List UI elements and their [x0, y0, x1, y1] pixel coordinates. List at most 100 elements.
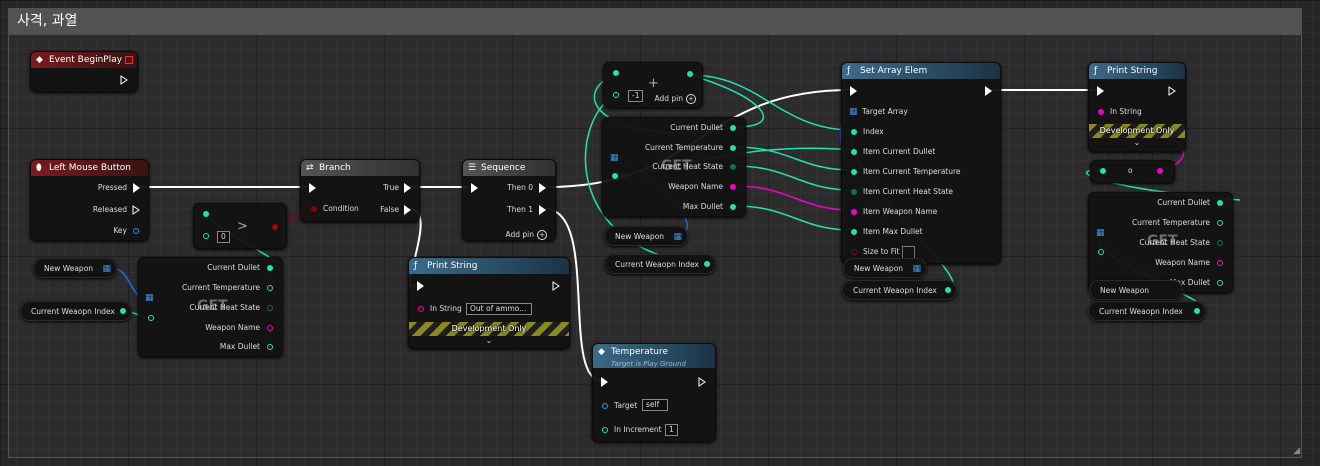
blueprint-graph-canvas[interactable]: 사격, 과열 ◆ Event BeginPlay ⬮ Left Mouse Bu… [0, 0, 1320, 466]
array-input-pin[interactable]: ▦ [145, 293, 154, 303]
set-array-elem-node[interactable]: ƒ Set Array Elem ▦ Target Array Index Ite… [841, 62, 1001, 264]
item-weapon-name-pin[interactable] [851, 209, 857, 215]
pressed-exec-pin[interactable] [133, 183, 140, 193]
item-current-heat-state-pin[interactable] [851, 189, 857, 195]
int-output-pin[interactable] [704, 261, 710, 267]
event-beginplay-node[interactable]: ◆ Event BeginPlay [30, 51, 138, 92]
add-pin-button[interactable]: Add pin + [505, 230, 547, 240]
add-pin-button[interactable]: Add pin + [654, 94, 696, 104]
exec-out-pin[interactable] [985, 86, 992, 96]
index-input-pin[interactable] [1098, 249, 1104, 255]
exec-out-pin[interactable] [120, 75, 129, 85]
string-output-pin[interactable] [1157, 168, 1163, 174]
int-input-pin-a[interactable] [613, 70, 619, 76]
condition-pin[interactable] [311, 206, 317, 212]
in-string-pin[interactable] [1098, 109, 1104, 115]
greater-than-node[interactable]: 0 > [193, 203, 287, 249]
expand-chevron-icon[interactable]: ⌄ [409, 336, 569, 345]
branch-node[interactable]: ⇄ Branch True Condition False [300, 159, 420, 222]
current-weapon-index-variable[interactable]: Current Weaopn Index [604, 254, 716, 274]
int-output-pin[interactable] [687, 71, 693, 77]
item-current-dullet-pin[interactable] [851, 149, 857, 155]
int-input-pin-b[interactable] [613, 92, 619, 98]
max-dullet-pin[interactable] [730, 204, 736, 210]
int-output-pin[interactable] [945, 287, 951, 293]
sequence-node[interactable]: ☰ Sequence Then 0 Then 1 Add pin + [462, 159, 556, 241]
delegate-pin[interactable] [125, 56, 133, 64]
max-dullet-pin[interactable] [267, 344, 273, 350]
exec-in-pin[interactable] [601, 377, 608, 387]
add-int-node[interactable]: -1 + Add pin + [603, 62, 703, 108]
true-exec-pin[interactable] [404, 183, 411, 193]
in-string-pin[interactable] [418, 306, 424, 312]
exec-in-pin[interactable] [1097, 86, 1104, 96]
target-field[interactable]: self [642, 399, 668, 411]
current-heat-state-pin[interactable] [267, 305, 273, 311]
in-increment-pin[interactable] [602, 427, 608, 433]
target-array-pin[interactable]: ▦ [849, 107, 858, 117]
print-string-node-2[interactable]: ƒ Print String In String Out of ammo... D… [408, 257, 570, 349]
index-input-pin[interactable] [612, 173, 618, 179]
current-dullet-pin[interactable] [730, 125, 736, 131]
make-struct-node[interactable]: o [1090, 160, 1175, 183]
exec-in-pin[interactable] [471, 183, 478, 193]
current-temperature-pin[interactable] [1217, 220, 1223, 226]
exec-in-pin[interactable] [850, 86, 857, 96]
item-current-temperature-pin[interactable] [851, 169, 857, 175]
variable-label: New Weapon [854, 264, 904, 273]
weapon-name-pin[interactable] [267, 325, 273, 331]
print-string-node-1[interactable]: ƒ Print String In String Development Only… [1088, 62, 1186, 152]
new-weapon-variable[interactable]: New Weapon ▦ [33, 258, 117, 278]
array-input-pin[interactable]: ▦ [1096, 228, 1105, 238]
get-array-node-right[interactable]: ▦ GET Current Dullet Current Temperature… [1088, 192, 1233, 293]
in-string-field[interactable]: Out of ammo... [466, 303, 532, 315]
current-heat-state-pin[interactable] [730, 164, 736, 170]
resize-handle-icon[interactable]: ◢ [1293, 446, 1300, 456]
exec-out-pin[interactable] [698, 377, 707, 387]
left-mouse-button-node[interactable]: ⬮ Left Mouse Button Pressed Released Key [30, 159, 149, 241]
temperature-node[interactable]: ◆ Temperature Target is Play Ground Target… [592, 343, 716, 442]
current-dullet-pin[interactable] [1217, 200, 1223, 206]
int-default-value[interactable]: 0 [217, 231, 230, 243]
current-temperature-pin[interactable] [730, 145, 736, 151]
current-dullet-pin[interactable] [267, 265, 273, 271]
array-input-pin[interactable]: ▦ [610, 153, 619, 163]
int-output-pin[interactable] [120, 308, 126, 314]
int-input-pin-b[interactable] [203, 233, 209, 239]
current-heat-state-pin[interactable] [1217, 240, 1223, 246]
exec-out-pin[interactable] [1168, 86, 1177, 96]
get-array-node-left[interactable]: ▦ GET Current Dullet Current Temperature… [138, 257, 283, 357]
key-struct-pin[interactable] [133, 228, 139, 234]
int-output-pin[interactable] [1194, 308, 1200, 314]
current-weapon-index-variable[interactable]: Current Weaopn Index [1088, 301, 1206, 321]
in-increment-field[interactable]: 1 [665, 424, 678, 436]
exec-in-pin[interactable] [417, 281, 424, 291]
new-weapon-variable[interactable]: New Weapon [1089, 280, 1183, 300]
item-max-dullet-pin[interactable] [851, 229, 857, 235]
weapon-name-pin[interactable] [730, 184, 736, 190]
array-icon: ▦ [102, 264, 111, 274]
then0-exec-pin[interactable] [539, 183, 546, 193]
index-input-pin[interactable] [148, 315, 154, 321]
released-exec-pin[interactable] [132, 205, 141, 215]
int-input-pin-a[interactable] [203, 211, 209, 217]
then1-exec-pin[interactable] [539, 205, 546, 215]
current-weapon-index-variable[interactable]: Current Weaopn Index [842, 280, 957, 300]
weapon-name-pin[interactable] [1217, 260, 1223, 266]
current-weapon-index-variable[interactable]: Current Weaopn Index [20, 301, 132, 321]
exec-out-pin[interactable] [552, 281, 561, 291]
bool-output-pin[interactable] [272, 224, 278, 230]
index-pin[interactable] [851, 129, 857, 135]
false-exec-pin[interactable] [404, 205, 411, 215]
max-dullet-pin[interactable] [1217, 280, 1223, 286]
int-default-value[interactable]: -1 [628, 90, 644, 102]
new-weapon-variable[interactable]: New Weapon ▦ [604, 226, 688, 246]
size-to-fit-pin[interactable] [851, 249, 857, 255]
int-input-pin[interactable] [1100, 168, 1106, 174]
exec-in-pin[interactable] [309, 183, 316, 193]
current-temperature-pin[interactable] [267, 285, 273, 291]
new-weapon-variable[interactable]: New Weapon ▦ [843, 258, 927, 278]
target-pin[interactable] [602, 403, 608, 409]
expand-chevron-icon[interactable]: ⌄ [1089, 138, 1185, 147]
get-array-node-mid[interactable]: ▦ GET Current Dullet Current Temperature… [602, 117, 746, 217]
